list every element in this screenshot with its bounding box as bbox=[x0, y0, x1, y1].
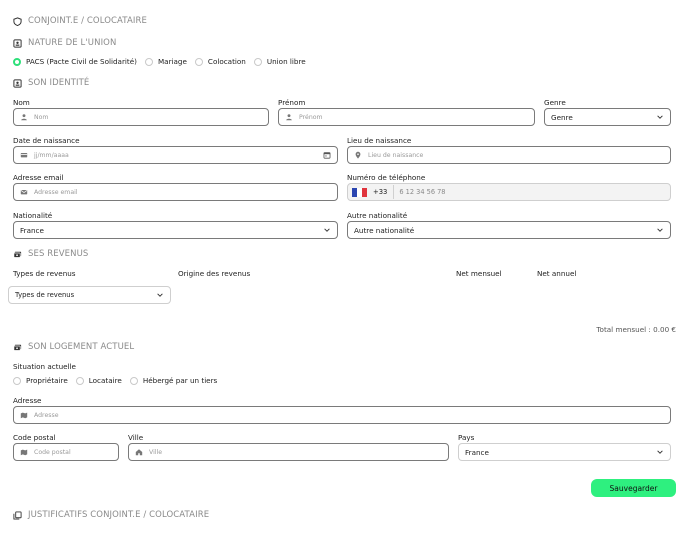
nom-input[interactable]: Nom bbox=[13, 108, 269, 126]
address-input[interactable]: Adresse bbox=[13, 406, 671, 424]
section-title-spouse: CONJOINT.E / COLOCATAIRE bbox=[13, 16, 147, 26]
nom-label: Nom bbox=[13, 98, 30, 107]
radio-heberge[interactable]: Hébergé par un tiers bbox=[129, 376, 217, 385]
chevron-down-icon bbox=[657, 450, 663, 454]
dob-input[interactable]: jj/mm/aaaa bbox=[13, 146, 338, 164]
france-flag-icon[interactable] bbox=[352, 187, 367, 197]
phone-divider bbox=[393, 185, 395, 199]
income-col-net-month: Net mensuel bbox=[456, 269, 502, 278]
zip-input[interactable]: Code postal bbox=[13, 443, 119, 461]
radio-heberge-indicator[interactable] bbox=[129, 376, 138, 385]
money-icon bbox=[13, 344, 22, 351]
email-label: Adresse email bbox=[13, 173, 64, 182]
other-nationality-select[interactable]: Autre nationalité bbox=[347, 221, 671, 239]
radio-locataire-indicator[interactable] bbox=[75, 376, 84, 385]
chevron-down-icon bbox=[157, 293, 163, 297]
address-label: Adresse bbox=[13, 396, 42, 405]
map-icon bbox=[20, 412, 28, 419]
chevron-down-icon bbox=[657, 115, 663, 119]
phone-input[interactable]: +33 6 12 34 56 78 bbox=[347, 183, 671, 201]
phone-country-code: +33 bbox=[373, 188, 388, 196]
radio-proprietaire[interactable]: Propriétaire bbox=[13, 376, 68, 385]
city-label: Ville bbox=[128, 433, 144, 442]
pob-label: Lieu de naissance bbox=[347, 136, 412, 145]
radio-pacs[interactable]: PACS (Pacte Civil de Solidarité) bbox=[13, 57, 137, 66]
id-card-icon bbox=[13, 38, 22, 48]
section-title-housing: SON LOGEMENT ACTUEL bbox=[13, 342, 134, 352]
radio-union-libre[interactable]: Union libre bbox=[253, 57, 306, 66]
money-icon bbox=[13, 251, 22, 258]
genre-select[interactable]: Genre bbox=[544, 108, 671, 126]
location-pin-icon bbox=[355, 151, 361, 159]
user-icon bbox=[21, 114, 27, 121]
nationality-select[interactable]: France bbox=[13, 221, 338, 239]
zip-label: Code postal bbox=[13, 433, 56, 442]
country-select[interactable]: France bbox=[458, 443, 671, 461]
save-button[interactable]: Sauvegarder bbox=[591, 479, 676, 497]
mail-icon bbox=[20, 190, 28, 195]
income-total: Total mensuel : 0.00 € bbox=[596, 325, 676, 334]
income-col-net-year: Net annuel bbox=[537, 269, 577, 278]
dob-label: Date de naissance bbox=[13, 136, 80, 145]
section-title-documents: JUSTIFICATIFS CONJOINT.E / COLOCATAIRE bbox=[13, 510, 209, 520]
union-radio-group: PACS (Pacte Civil de Solidarité) Mariage… bbox=[13, 57, 314, 66]
country-label: Pays bbox=[458, 433, 475, 442]
phone-label: Numéro de téléphone bbox=[347, 173, 426, 182]
home-icon bbox=[135, 449, 143, 456]
city-input[interactable]: Ville bbox=[128, 443, 449, 461]
documents-icon bbox=[13, 510, 22, 520]
genre-label: Genre bbox=[544, 98, 566, 107]
situation-label: Situation actuelle bbox=[13, 362, 76, 371]
pob-input[interactable]: Lieu de naissance bbox=[347, 146, 671, 164]
radio-mariage[interactable]: Mariage bbox=[144, 57, 187, 66]
chevron-down-icon bbox=[657, 228, 663, 232]
card-icon bbox=[20, 153, 28, 158]
income-type-select[interactable]: Types de revenus bbox=[8, 286, 171, 304]
income-col-types: Types de revenus bbox=[13, 269, 76, 278]
nat2-label: Autre nationalité bbox=[347, 211, 408, 220]
radio-union-libre-indicator[interactable] bbox=[253, 57, 262, 66]
nat-label: Nationalité bbox=[13, 211, 53, 220]
housing-radio-group: Propriétaire Locataire Hébergé par un ti… bbox=[13, 376, 225, 385]
income-col-origin: Origine des revenus bbox=[178, 269, 251, 278]
dob-input-content: jj/mm/aaaa bbox=[20, 151, 69, 159]
radio-proprietaire-indicator[interactable] bbox=[13, 376, 21, 385]
user-icon bbox=[286, 114, 292, 121]
radio-locataire[interactable]: Locataire bbox=[75, 376, 122, 385]
radio-colocation-indicator[interactable] bbox=[194, 57, 203, 66]
prenom-label: Prénom bbox=[278, 98, 306, 107]
id-card-icon bbox=[13, 78, 22, 88]
section-title-identity: SON IDENTITÉ bbox=[13, 78, 89, 88]
map-icon bbox=[20, 449, 28, 456]
prenom-input[interactable]: Prénom bbox=[278, 108, 535, 126]
calendar-icon[interactable] bbox=[323, 151, 331, 159]
radio-mariage-indicator[interactable] bbox=[144, 57, 153, 66]
section-title-income: SES REVENUS bbox=[13, 249, 88, 259]
chevron-down-icon bbox=[324, 228, 330, 232]
section-title-union: NATURE DE L'UNION bbox=[13, 38, 116, 48]
email-input[interactable]: Adresse email bbox=[13, 183, 338, 201]
radio-pacs-indicator[interactable] bbox=[13, 57, 21, 66]
radio-colocation[interactable]: Colocation bbox=[194, 57, 246, 66]
shield-icon bbox=[13, 16, 22, 26]
